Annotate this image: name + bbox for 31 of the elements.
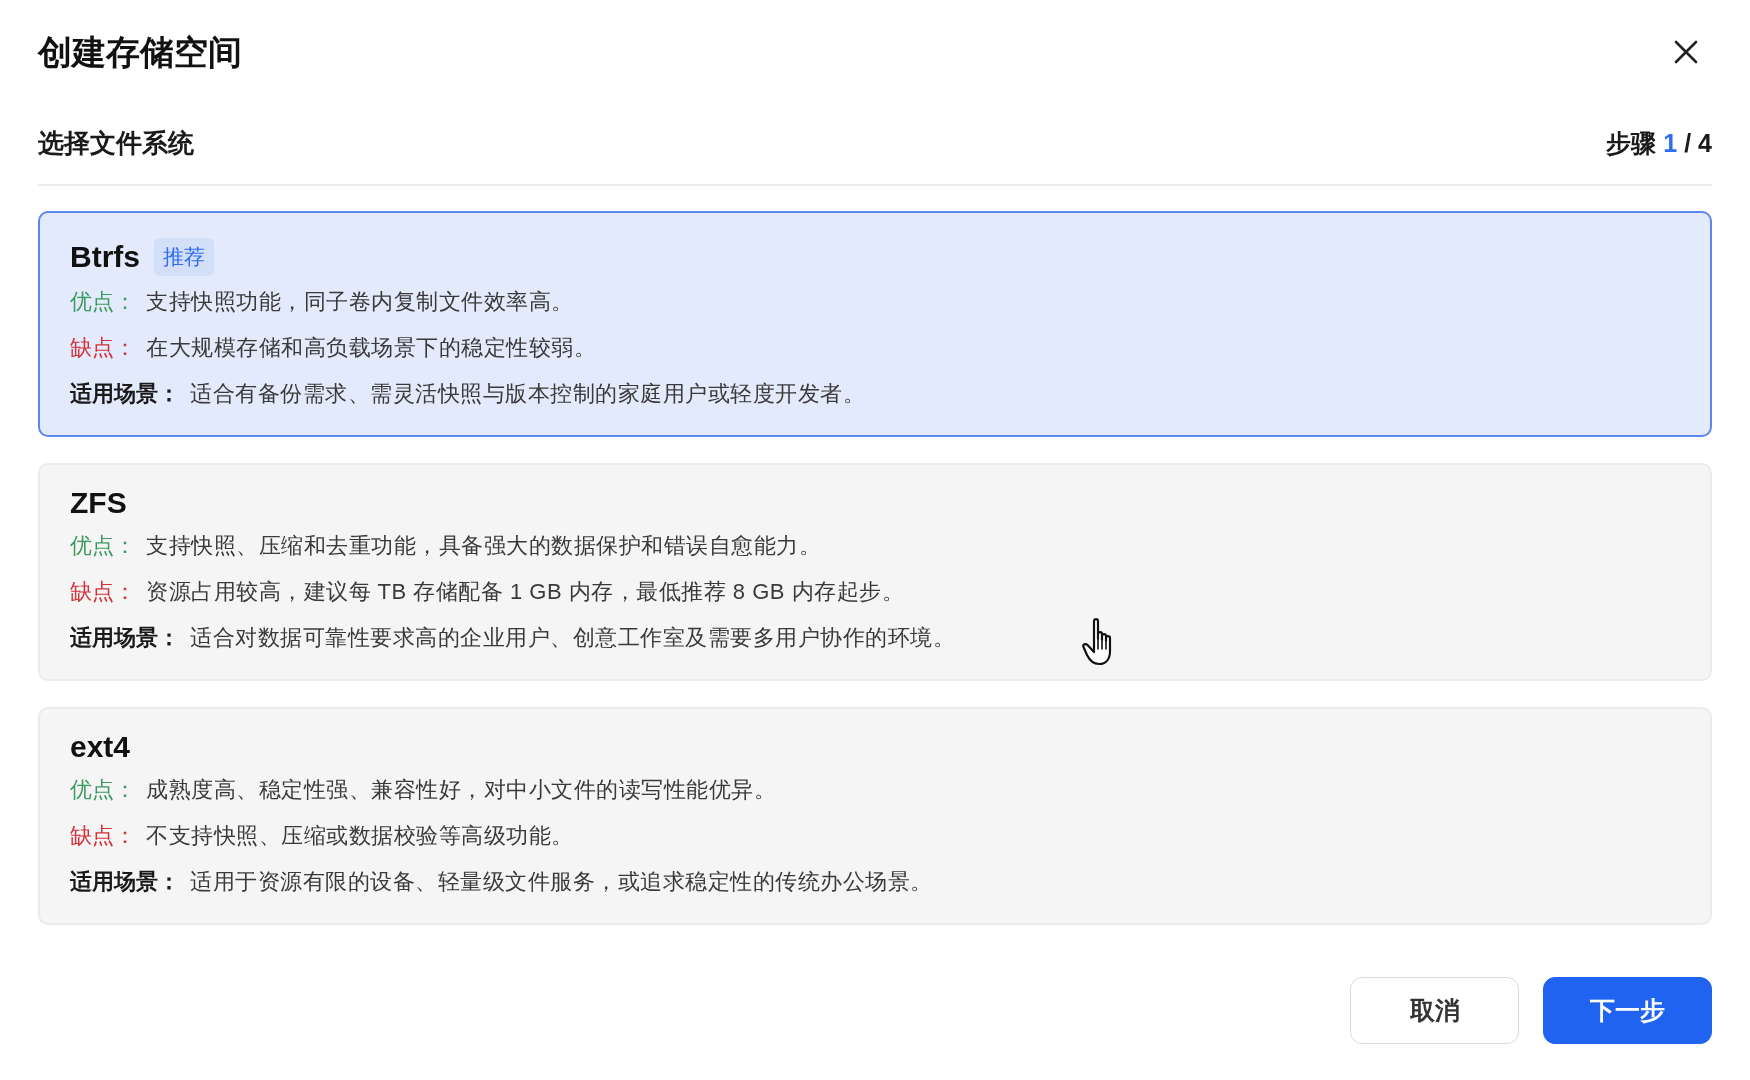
row-text: 适合有备份需求、需灵活快照与版本控制的家庭用户或轻度开发者。 [190,380,865,408]
row-label: 优点： [70,776,136,804]
row-text: 成熟度高、稳定性强、兼容性好，对中小文件的读写性能优异。 [146,776,776,804]
row-label: 适用场景： [70,380,180,408]
row-label: 缺点： [70,578,136,606]
row-text: 适合对数据可靠性要求高的企业用户、创意工作室及需要多用户协作的环境。 [190,624,955,652]
dialog-title: 创建存储空间 [38,32,242,73]
file-system-option-card[interactable]: ext4 优点： 成熟度高、稳定性强、兼容性好，对中小文件的读写性能优异。 缺点： 不支持快照、压缩或数据校验等高级功能。 适用场景： 适用于资源有限的设备、轻量级文件服务，或追求稳定性的传统办公场景。 [38,707,1712,925]
step-indicator: 步骤 1 / 4 [1606,128,1712,159]
step-title: 选择文件系统 [38,127,194,160]
row-label: 适用场景： [70,868,180,896]
file-system-name: Btrfs [70,239,140,275]
row-text: 支持快照、压缩和去重功能，具备强大的数据保护和错误自愈能力。 [146,532,821,560]
row-text: 不支持快照、压缩或数据校验等高级功能。 [146,822,574,850]
row-text: 在大规模存储和高负载场景下的稳定性较弱。 [146,334,596,362]
row-label: 优点： [70,532,136,560]
row-label: 缺点： [70,822,136,850]
file-system-option-card[interactable]: Btrfs 推荐 优点： 支持快照功能，同子卷内复制文件效率高。 缺点： 在大规模存储和高负载场景下的稳定性较弱。 适用场景： 适合有备份需求、需灵活快照与版本控制的家庭用户或轻度开发者。 [38,211,1712,437]
row-label: 优点： [70,288,136,316]
row-label: 适用场景： [70,624,180,652]
close-icon [1674,40,1698,64]
row-text: 支持快照功能，同子卷内复制文件效率高。 [146,288,574,316]
next-button[interactable]: 下一步 [1543,977,1712,1044]
row-label: 缺点： [70,334,136,362]
file-system-name: ZFS [70,485,127,521]
file-system-name: ext4 [70,729,131,765]
cancel-button[interactable]: 取消 [1350,977,1519,1044]
row-text: 资源占用较高，建议每 TB 存储配备 1 GB 内存，最低推荐 8 GB 内存起步。 [146,578,905,606]
recommended-badge: 推荐 [154,238,214,276]
row-text: 适用于资源有限的设备、轻量级文件服务，或追求稳定性的传统办公场景。 [190,868,933,896]
file-system-option-card[interactable]: ZFS 优点： 支持快照、压缩和去重功能，具备强大的数据保护和错误自愈能力。 缺点： 资源占用较高，建议每 TB 存储配备 1 GB 内存，最低推荐 8 GB 内存起步。 适用场景： 适合对数据可靠性要求高的企业用户、创意工作室及需要多用户协作的环境。 [38,463,1712,681]
